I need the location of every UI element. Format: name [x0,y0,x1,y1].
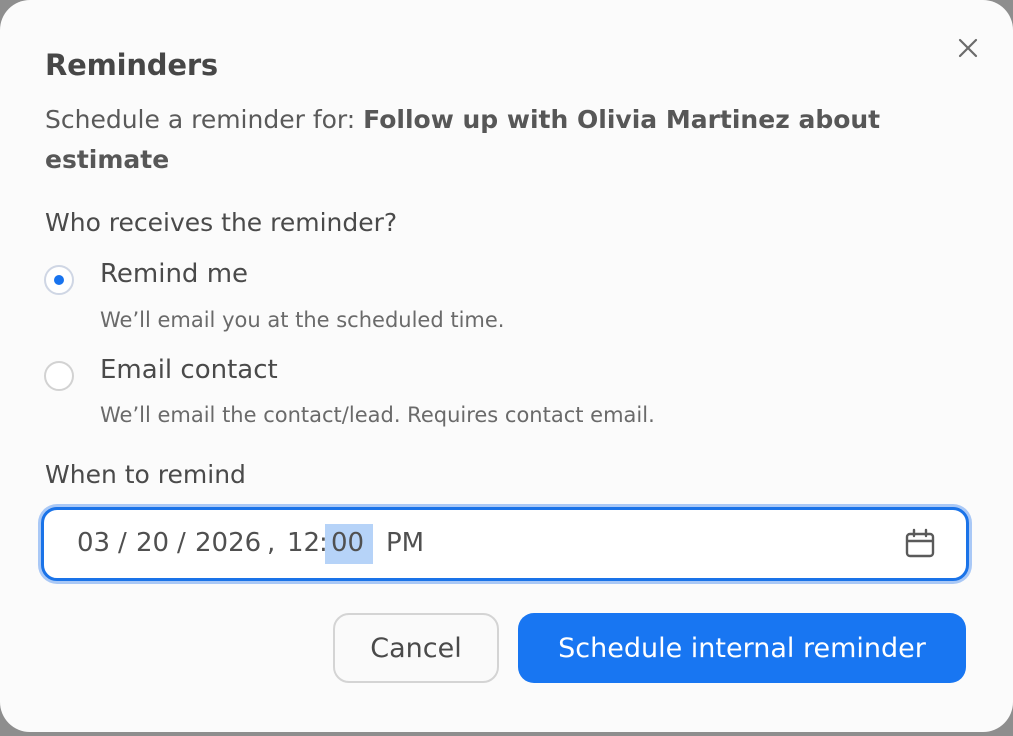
date-time-comma: , [267,528,276,558]
radio-remind-me[interactable]: Remind me [44,259,844,299]
datetime-input[interactable]: 03 / 20 / 2026 , 12 : 00 PM [41,507,969,581]
date-separator: / [177,528,186,558]
calendar-icon[interactable] [904,528,936,560]
cancel-button[interactable]: Cancel [333,613,499,683]
dialog-subtitle: Schedule a reminder for: Follow up with … [45,100,945,180]
hour-segment[interactable]: 12 [287,528,320,558]
close-button[interactable] [952,32,984,64]
radio-label-email-contact: Email contact [100,355,278,385]
subtitle-prefix: Schedule a reminder for: [45,105,364,134]
time-colon: : [319,528,328,558]
radio-help-email-contact: We’ll email the contact/lead. Requires c… [100,403,655,427]
dialog-title: Reminders [45,48,218,82]
radio-email-contact[interactable]: Email contact [44,355,844,395]
month-segment[interactable]: 03 [77,528,110,558]
minute-segment[interactable]: 00 [331,528,364,558]
recipient-label: Who receives the reminder? [45,208,398,237]
year-segment[interactable]: 2026 [195,528,261,558]
when-label: When to remind [45,460,246,489]
radio-button-email-contact[interactable] [44,361,74,391]
close-icon [958,38,978,58]
radio-button-remind-me[interactable] [44,265,74,295]
radio-label-remind-me: Remind me [100,259,249,289]
date-separator: / [118,528,127,558]
reminders-dialog: Reminders Schedule a reminder for: Follo… [0,0,1013,732]
ampm-segment[interactable]: PM [386,528,424,558]
schedule-reminder-button[interactable]: Schedule internal reminder [518,613,966,683]
radio-help-remind-me: We’ll email you at the scheduled time. [100,308,505,332]
day-segment[interactable]: 20 [136,528,169,558]
